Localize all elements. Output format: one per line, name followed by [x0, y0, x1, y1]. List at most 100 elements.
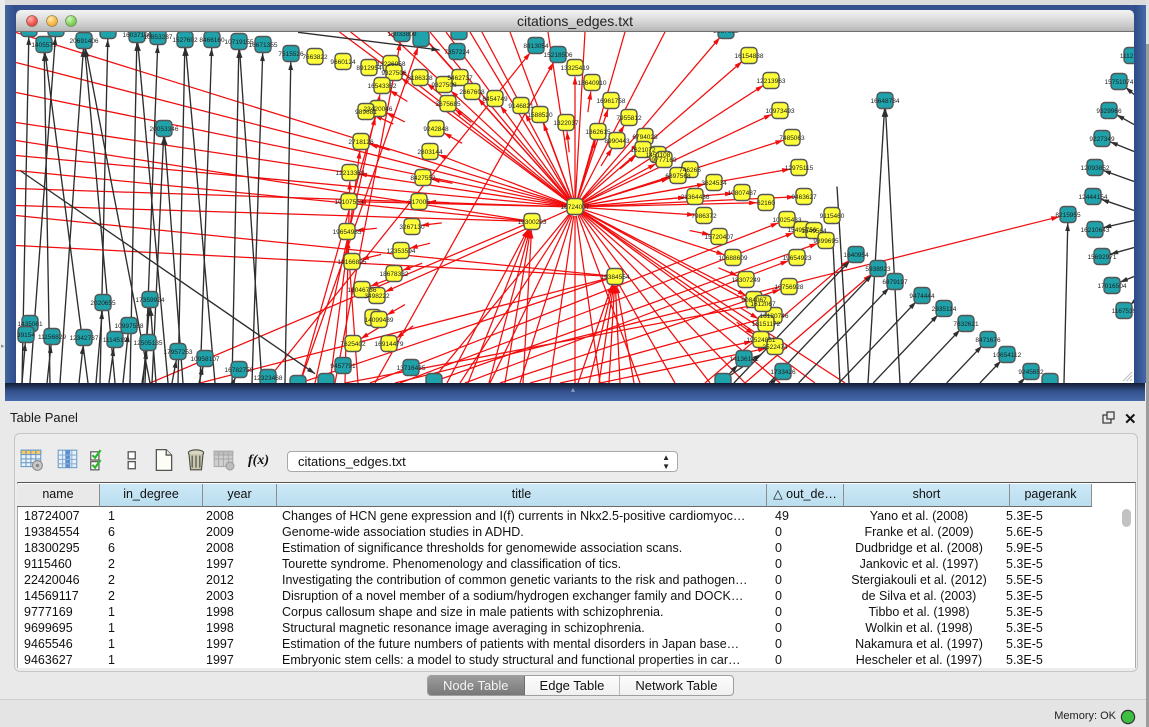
- svg-text:1612067: 1612067: [750, 301, 776, 308]
- svg-text:9245652: 9245652: [1018, 369, 1044, 376]
- svg-text:18678332: 18678332: [380, 271, 409, 278]
- svg-text:7663822: 7663822: [302, 54, 328, 61]
- svg-text:17016504: 17016504: [1098, 283, 1127, 290]
- svg-text:2020655: 2020655: [90, 300, 116, 307]
- svg-text:5938923: 5938923: [865, 266, 891, 273]
- svg-text:1322037: 1322037: [553, 120, 579, 127]
- svg-text:3267130: 3267130: [399, 224, 425, 231]
- svg-text:8813054: 8813054: [523, 43, 549, 50]
- svg-text:9899695: 9899695: [813, 238, 839, 245]
- svg-text:1405571: 1405571: [31, 42, 57, 49]
- svg-text:1640954: 1640954: [843, 252, 869, 259]
- svg-text:8990443: 8990443: [604, 138, 630, 145]
- svg-text:2522474: 2522474: [762, 344, 788, 351]
- svg-text:9777169: 9777169: [651, 157, 677, 164]
- svg-text:1362615: 1362615: [585, 129, 611, 136]
- svg-text:16033809: 16033809: [388, 32, 417, 38]
- svg-text:17359924: 17359924: [136, 297, 165, 304]
- svg-text:5462737: 5462737: [447, 75, 473, 82]
- svg-text:15218506: 15218506: [544, 52, 573, 59]
- svg-text:7986372: 7986372: [691, 213, 717, 220]
- svg-text:20053346: 20053346: [150, 126, 179, 133]
- svg-text:9327508: 9327508: [431, 82, 457, 89]
- svg-text:9457791: 9457791: [330, 363, 356, 370]
- svg-text:12505135: 12505135: [134, 340, 163, 347]
- svg-text:12213963: 12213963: [757, 78, 786, 85]
- svg-text:16543362: 16543362: [368, 83, 397, 90]
- svg-text:7625402: 7625402: [340, 341, 366, 348]
- svg-text:8454749: 8454749: [482, 96, 508, 103]
- svg-text:16961758: 16961758: [597, 98, 626, 105]
- svg-text:3498222: 3498222: [364, 293, 390, 300]
- svg-text:7955812: 7955812: [616, 115, 642, 122]
- svg-text:14099489: 14099489: [365, 317, 394, 324]
- svg-text:10025433: 10025433: [773, 217, 802, 224]
- svg-text:12975115: 12975115: [785, 165, 814, 172]
- svg-text:12093852: 12093852: [1081, 165, 1110, 172]
- svg-text:9660124: 9660124: [330, 59, 356, 66]
- svg-text:1733426: 1733426: [770, 369, 796, 376]
- svg-text:8466160: 8466160: [199, 37, 225, 44]
- svg-text:16154838: 16154838: [735, 53, 764, 60]
- svg-text:15692971: 15692971: [1088, 254, 1117, 261]
- svg-text:1549564: 1549564: [801, 228, 827, 235]
- svg-text:10853287: 10853287: [144, 34, 173, 41]
- svg-text:10807487: 10807487: [728, 190, 757, 197]
- svg-text:9463627: 9463627: [791, 194, 817, 201]
- svg-text:9227349: 9227349: [1089, 136, 1115, 143]
- svg-text:6794028: 6794028: [632, 134, 658, 141]
- svg-text:16151172: 16151172: [752, 321, 781, 328]
- svg-text:18640910: 18640910: [578, 80, 607, 87]
- svg-text:12213369: 12213369: [336, 170, 365, 177]
- svg-text:8215955: 8215955: [1055, 212, 1081, 219]
- svg-text:317006: 317006: [408, 199, 430, 206]
- svg-text:12353594: 12353594: [387, 248, 416, 255]
- svg-text:19524851: 19524851: [747, 337, 776, 344]
- svg-text:19166825: 19166825: [338, 259, 367, 266]
- svg-text:21364436: 21364436: [681, 194, 710, 201]
- svg-text:9474444: 9474444: [909, 293, 935, 300]
- svg-text:11156829: 11156829: [38, 334, 66, 341]
- svg-text:12342737: 12342737: [70, 335, 99, 342]
- svg-text:62160: 62160: [757, 200, 775, 207]
- svg-text:9329966: 9329966: [1096, 108, 1122, 115]
- svg-text:7485063: 7485063: [779, 135, 805, 142]
- svg-text:19654985: 19654985: [333, 229, 362, 236]
- svg-text:1167539: 1167539: [1112, 308, 1134, 315]
- svg-text:16648784: 16648784: [871, 98, 900, 105]
- svg-text:16782759: 16782759: [225, 367, 254, 374]
- svg-text:19384554: 19384554: [601, 274, 630, 281]
- svg-text:10107553: 10107553: [335, 199, 364, 206]
- svg-text:16210643: 16210643: [1081, 227, 1110, 234]
- svg-text:16671355: 16671355: [249, 42, 278, 49]
- svg-text:2867608: 2867608: [459, 89, 485, 96]
- svg-text:18724007: 18724007: [561, 204, 590, 211]
- svg-text:2803144: 2803144: [417, 149, 443, 156]
- svg-text:39154: 39154: [17, 332, 35, 339]
- svg-text:13716485: 13716485: [397, 365, 426, 372]
- svg-text:2887682: 2887682: [713, 32, 739, 35]
- svg-text:8186328: 8186328: [407, 75, 433, 82]
- svg-text:19300293: 19300293: [518, 219, 547, 226]
- svg-text:12323468: 12323468: [254, 375, 283, 382]
- svg-text:17957253: 17957253: [164, 349, 193, 356]
- svg-text:989681: 989681: [355, 109, 377, 116]
- svg-text:1112148: 1112148: [1120, 53, 1134, 60]
- svg-text:9115460: 9115460: [820, 213, 845, 220]
- svg-text:9242848: 9242848: [423, 126, 449, 133]
- svg-text:9146821: 9146821: [508, 103, 534, 110]
- svg-text:19654923: 19654923: [783, 255, 812, 262]
- svg-text:10997588: 10997588: [115, 323, 144, 330]
- svg-text:7632621: 7632621: [953, 321, 979, 328]
- svg-text:10973493: 10973493: [766, 108, 795, 115]
- svg-text:16120746: 16120746: [760, 313, 789, 320]
- svg-text:10958107: 10958107: [191, 356, 220, 363]
- svg-text:13226058: 13226058: [377, 61, 406, 68]
- svg-text:16914479: 16914479: [375, 341, 404, 348]
- svg-text:12444154: 12444154: [1079, 194, 1108, 201]
- svg-text:10654112: 10654112: [993, 352, 1022, 359]
- svg-text:1114519: 1114519: [103, 337, 128, 344]
- svg-text:10688609: 10688609: [719, 255, 748, 262]
- svg-text:8427552: 8427552: [410, 175, 436, 182]
- svg-text:8471676: 8471676: [975, 337, 1001, 344]
